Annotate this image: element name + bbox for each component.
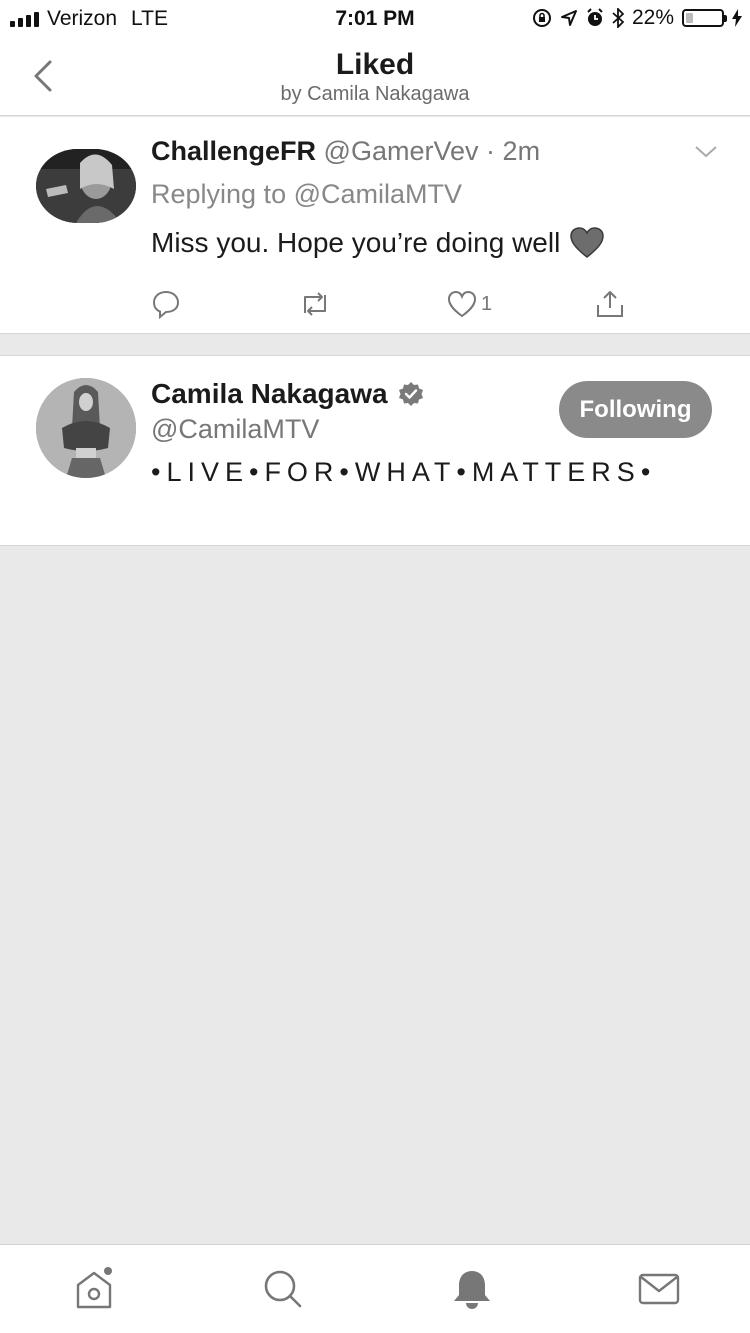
share-icon [597,291,623,317]
tweet-text: Miss you. Hope you’re doing well [151,227,605,259]
orientation-lock-icon [532,9,551,27]
tweet-author-name[interactable]: ChallengeFR [151,136,316,166]
tweet-text-body: Miss you. Hope you’re doing well [151,227,561,258]
user-card[interactable]: Camila Nakagawa @CamilaMTV •LIVE•FOR•WHA… [0,355,750,546]
navigation-bar: Liked by Camila Nakagawa [0,38,750,116]
avatar[interactable] [36,149,136,223]
heart-emoji-icon [570,227,605,258]
replying-to[interactable]: Replying to @CamilaMTV [151,179,462,210]
messages-envelope-icon[interactable] [637,1267,681,1311]
location-icon [560,10,577,26]
tweet-author-handle[interactable]: @GamerVev [324,136,479,166]
reply-icon [152,290,180,319]
retweet-button[interactable] [298,287,332,321]
battery-icon [682,9,727,27]
alarm-icon [587,8,603,26]
user-display-name[interactable]: Camila Nakagawa [151,378,424,410]
page-title: Liked [335,48,415,81]
bluetooth-icon [612,8,624,28]
page-subtitle: by Camila Nakagawa [280,83,470,105]
tab-bar [0,1244,750,1333]
chevron-down-icon[interactable] [694,145,718,159]
avatar[interactable] [36,378,136,478]
verified-badge-icon [398,382,423,406]
separator: · [486,136,496,166]
search-icon[interactable] [261,1267,305,1311]
charging-icon [732,9,742,27]
tweet-timestamp: 2m [502,136,541,166]
tweet-header: ChallengeFR @GamerVev · 2m [151,136,540,167]
user-bio: •LIVE•FOR•WHAT•MATTERS• [151,457,657,487]
user-name-text: Camila Nakagawa [151,378,388,409]
reply-button[interactable] [151,287,181,321]
like-count: 1 [481,292,493,315]
tweet-cell[interactable]: ChallengeFR @GamerVev · 2m Replying to @… [0,117,750,334]
heart-outline-icon [447,290,477,318]
retweet-icon [304,292,326,316]
status-bar: Verizon LTE 7:01 PM 22% [0,0,750,38]
share-button[interactable] [595,287,625,321]
like-button[interactable]: 1 [447,287,492,321]
home-icon[interactable] [72,1267,116,1311]
notifications-bell-icon[interactable] [450,1267,494,1311]
battery-percent: 22% [631,6,674,29]
following-button[interactable]: Following [559,381,712,438]
user-handle[interactable]: @CamilaMTV [151,414,319,445]
